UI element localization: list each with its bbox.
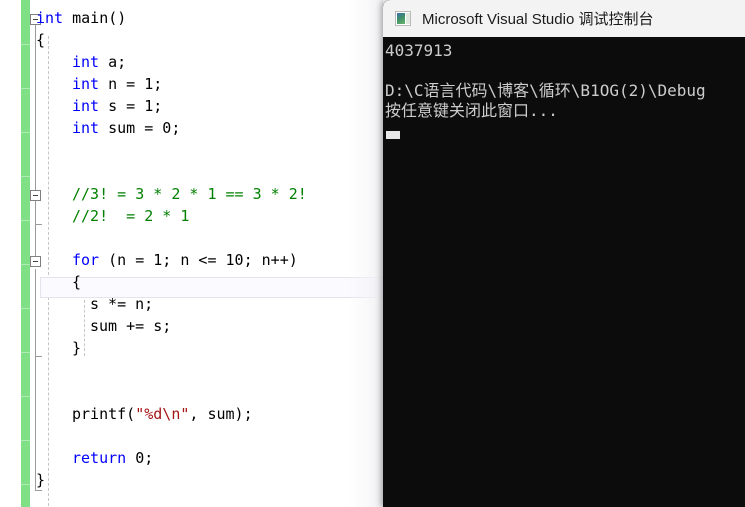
code-line[interactable]: { (72, 271, 81, 293)
code-token-kw: int (72, 97, 109, 115)
console-window[interactable]: Microsoft Visual Studio 调试控制台 按任意键关闭此窗口.… (383, 0, 745, 507)
code-line[interactable]: for (n = 1; n <= 10; n++) (72, 249, 298, 271)
code-line[interactable]: { (36, 29, 45, 51)
code-line[interactable]: s *= n; (90, 293, 153, 315)
console-window-title: Microsoft Visual Studio 调试控制台 (422, 11, 654, 28)
code-line[interactable]: //3! = 3 * 2 * 1 == 3 * 2! (72, 183, 307, 205)
console-title-bar[interactable]: Microsoft Visual Studio 调试控制台 (383, 0, 745, 38)
code-editor-pane[interactable]: int main(){int a; int n = 1; int s = 1; int… (0, 0, 383, 507)
code-token-plain: sum += s; (90, 317, 172, 335)
console-output-area[interactable]: 按任意键关闭此窗口... D:\C语言代码\博客\循环\B1OG(2)\Debug… (383, 37, 745, 507)
code-token-plain: { (72, 273, 82, 291)
code-token-kw: int (72, 119, 109, 137)
code-token-plain: { (36, 31, 46, 49)
code-line[interactable]: int n = 1; (72, 73, 162, 95)
console-app-icon (395, 11, 411, 26)
code-token-plain: } (72, 339, 82, 357)
code-token-plain: main() (72, 9, 127, 27)
console-output-line: 4037913 (385, 41, 453, 60)
code-token-str: "%d\n" (135, 405, 190, 423)
code-token-plain: (n = 1; n <= 10; n++) (108, 251, 298, 269)
console-output-line: 按任意键关闭此窗口... (385, 101, 558, 120)
code-token-plain: printf( (72, 405, 136, 423)
code-token-kw: for (72, 251, 109, 269)
code-token-kw: int (72, 53, 109, 71)
code-token-kw: return (72, 449, 136, 467)
code-line[interactable]: //2! = 2 * 1 (72, 205, 189, 227)
code-line[interactable]: printf("%d\n", sum); (72, 403, 253, 425)
code-line[interactable]: int sum = 0; (72, 117, 180, 139)
code-token-plain: sum = 0; (108, 119, 181, 137)
code-token-kw: int (36, 9, 73, 27)
console-output-line: D:\C语言代码\博客\循环\B1OG(2)\Debug (385, 81, 706, 100)
code-token-kw: int (72, 75, 109, 93)
code-token-plain: n = 1; (108, 75, 163, 93)
code-text-layer[interactable]: int main(){int a; int n = 1; int s = 1; int… (0, 0, 383, 507)
code-token-plain: } (36, 471, 46, 489)
code-line[interactable]: } (36, 469, 45, 491)
code-line[interactable]: int a; (72, 51, 126, 73)
code-token-plain: 0; (135, 449, 154, 467)
console-block-cursor (386, 131, 400, 139)
code-line[interactable]: return 0; (72, 447, 153, 469)
code-token-plain: s *= n; (90, 295, 154, 313)
code-line[interactable]: int main() (36, 7, 126, 29)
code-line[interactable]: sum += s; (90, 315, 171, 337)
code-token-plain: , sum); (189, 405, 253, 423)
code-token-cmt: //3! = 3 * 2 * 1 == 3 * 2! (72, 185, 307, 203)
code-token-plain: s = 1; (108, 97, 163, 115)
code-line[interactable]: int s = 1; (72, 95, 162, 117)
code-line[interactable]: } (72, 337, 81, 359)
code-token-cmt: //2! = 2 * 1 (72, 207, 190, 225)
code-token-plain: a; (108, 53, 127, 71)
